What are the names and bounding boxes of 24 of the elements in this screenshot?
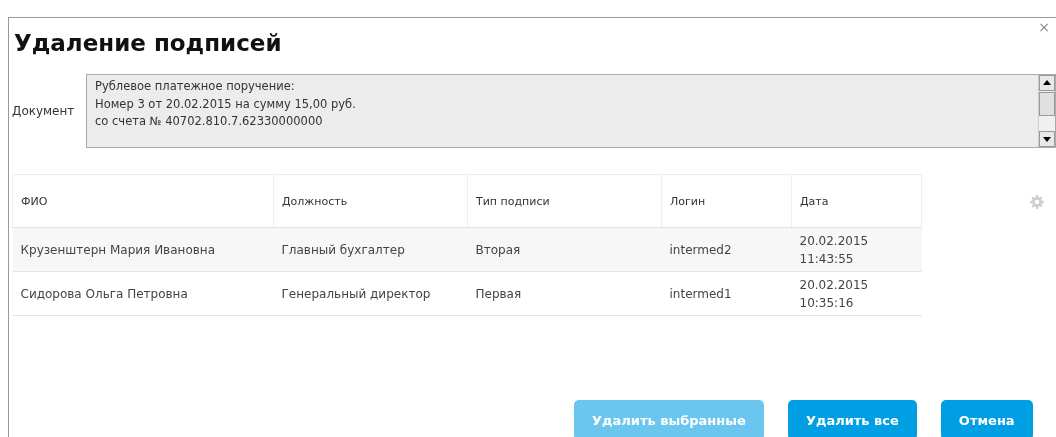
column-header: Дата <box>791 174 922 228</box>
action-button[interactable]: Отмена <box>940 400 1033 437</box>
scroll-down-icon[interactable] <box>1039 131 1055 147</box>
table-cell: Главный бухгалтер <box>273 227 468 272</box>
table-cell: Крузенштерн Мария Ивановна <box>12 227 274 272</box>
column-header: Тип подписи <box>467 174 662 228</box>
close-button[interactable]: × <box>1032 20 1056 34</box>
table-cell: Генеральный директор <box>273 271 468 316</box>
table-cell: Вторая <box>467 227 662 272</box>
table-cell: intermed1 <box>661 271 792 316</box>
column-header: Логин <box>661 174 792 228</box>
table-cell: 20.02.2015 11:43:55 <box>791 227 922 272</box>
dialog-title: Удаление подписей <box>14 29 282 58</box>
scrollbar[interactable] <box>1038 75 1055 147</box>
table-cell: 20.02.2015 10:35:16 <box>791 271 922 316</box>
scroll-up-icon[interactable] <box>1039 75 1055 91</box>
column-header: Должность <box>273 174 468 228</box>
action-button[interactable]: Удалить все <box>787 400 917 437</box>
table-cell: intermed2 <box>661 227 792 272</box>
column-header: ФИО <box>12 174 274 228</box>
document-label: Документ <box>11 104 76 118</box>
table-cell: Сидорова Ольга Петровна <box>12 271 274 316</box>
document-field[interactable]: Рублевое платежное поручение: Номер 3 от 20.02.2015 на сумму 15,00 руб. со счета № 40702.810.7.62330000000 <box>86 74 1056 148</box>
table-cell: Первая <box>467 271 662 316</box>
